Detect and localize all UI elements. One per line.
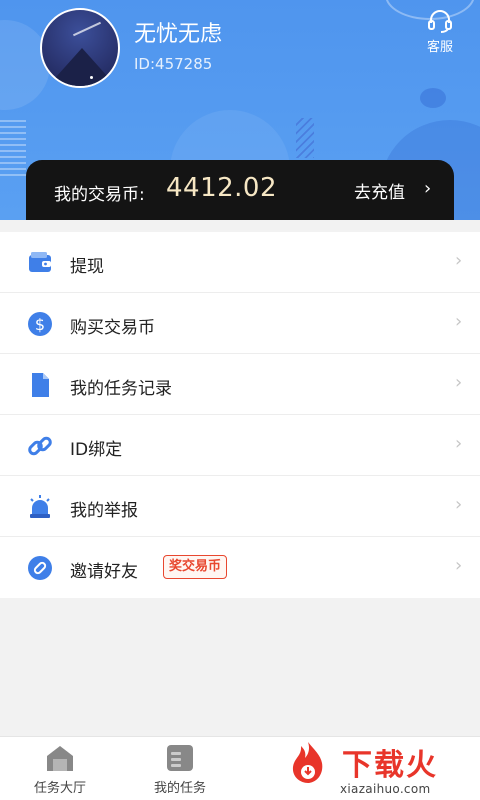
svg-text:$: $ — [35, 315, 45, 334]
menu-item-buy-coins[interactable]: $ 购买交易币 › — [0, 293, 480, 354]
headset-icon — [428, 10, 452, 33]
alarm-icon — [30, 495, 50, 518]
balance-value: 4412.02 — [166, 173, 278, 203]
chevron-right-icon: › — [455, 250, 463, 271]
header-decor-stripes — [0, 120, 26, 180]
menu-item-withdraw[interactable]: 提现 › — [0, 232, 480, 293]
flame-icon — [292, 742, 323, 783]
document-icon — [32, 373, 49, 397]
watermark-url: xiazaihuo.com — [340, 782, 431, 796]
profile-header: 无忧无虑 ID:457285 客服 我的交易币: 4412.02 去充值 › — [0, 0, 480, 220]
menu-item-label: 提现 — [70, 257, 104, 277]
recharge-button[interactable]: 去充值 › — [354, 178, 444, 204]
header-decor-zigzag — [296, 118, 314, 158]
recharge-label: 去充值 — [354, 183, 405, 203]
menu-item-id-binding[interactable]: ID绑定 › — [0, 415, 480, 476]
tasks-icon — [167, 745, 193, 771]
link-icon — [28, 436, 52, 456]
menu-item-my-reports[interactable]: 我的举报 › — [0, 476, 480, 537]
chevron-right-icon: › — [424, 178, 432, 199]
balance-card: 我的交易币: 4412.02 去充值 › — [26, 160, 454, 220]
paperclip-icon — [28, 556, 52, 580]
customer-service-button[interactable]: 客服 — [418, 8, 462, 56]
menu-item-label: 邀请好友 — [70, 562, 138, 582]
username: 无忧无虑 — [134, 22, 223, 47]
wallet-icon — [29, 252, 51, 272]
user-id: ID:457285 — [134, 55, 213, 73]
chevron-right-icon: › — [455, 555, 463, 576]
tab-task-hall[interactable]: 任务大厅 — [20, 743, 100, 796]
chevron-right-icon: › — [455, 494, 463, 515]
menu-item-invite-friends[interactable]: 邀请好友 奖交易币 › — [0, 537, 480, 598]
menu-list: 提现 › $ 购买交易币 › 我的任务记录 › ID绑定 › 我的举报 › 邀请… — [0, 232, 480, 598]
menu-item-label: ID绑定 — [70, 440, 123, 460]
tab-label: 我的任务 — [153, 781, 206, 796]
reward-badge: 奖交易币 — [163, 555, 228, 579]
balance-label: 我的交易币: — [54, 185, 145, 205]
dollar-icon: $ — [28, 312, 52, 336]
menu-item-label: 购买交易币 — [70, 318, 155, 338]
watermark-logo: 下载火 xiazaihuo.com — [282, 736, 480, 800]
tab-label: 任务大厅 — [33, 781, 86, 796]
tab-my-tasks[interactable]: 我的任务 — [140, 743, 220, 796]
chevron-right-icon: › — [455, 433, 463, 454]
customer-service-label: 客服 — [426, 40, 453, 55]
watermark-text: 下载火 — [342, 748, 438, 783]
menu-item-label: 我的举报 — [70, 501, 138, 521]
chevron-right-icon: › — [455, 311, 463, 332]
menu-item-task-records[interactable]: 我的任务记录 › — [0, 354, 480, 415]
home-icon — [47, 746, 73, 771]
header-decor-circle — [420, 88, 446, 108]
menu-item-label: 我的任务记录 — [70, 379, 172, 399]
chevron-right-icon: › — [455, 372, 463, 393]
avatar[interactable] — [40, 8, 120, 88]
